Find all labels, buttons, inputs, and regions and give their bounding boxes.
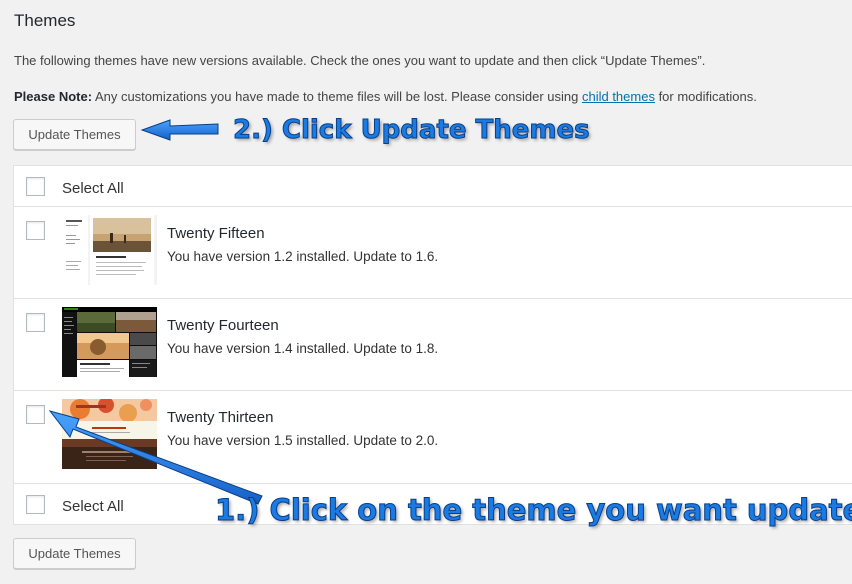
twenty-fifteen-screenshot: [62, 215, 157, 285]
select-all-checkbox-bottom[interactable]: [26, 495, 45, 514]
note-text: Please Note: Any customizations you have…: [14, 89, 757, 104]
table-row: Twenty Thirteen You have version 1.5 ins…: [14, 391, 852, 484]
select-all-checkbox-top[interactable]: [26, 177, 45, 196]
theme-version-text: You have version 1.4 installed. Update t…: [167, 341, 439, 356]
annotation-step-2: 2.) Click Update Themes: [233, 115, 591, 146]
theme-name: Twenty Thirteen: [167, 409, 274, 426]
theme-version-text: You have version 1.2 installed. Update t…: [167, 249, 439, 264]
note-body: Any customizations you have made to them…: [92, 89, 582, 104]
page-title: Themes: [14, 11, 76, 30]
select-all-label-top: Select All: [62, 180, 124, 197]
arrow-step-2: [140, 119, 219, 141]
update-themes-button-top[interactable]: Update Themes: [13, 119, 136, 150]
theme-version-text: You have version 1.5 installed. Update t…: [167, 433, 439, 448]
annotation-step-1: 1.) Click on the theme you want updated: [215, 493, 852, 528]
table-row: Twenty Fourteen You have version 1.4 ins…: [14, 299, 852, 391]
theme-checkbox-twenty-fourteen[interactable]: [26, 313, 45, 332]
table-row: Twenty Fifteen You have version 1.2 inst…: [14, 207, 852, 299]
theme-checkbox-twenty-fifteen[interactable]: [26, 221, 45, 240]
select-all-label-bottom: Select All: [62, 498, 124, 515]
twenty-thirteen-screenshot: [62, 399, 157, 469]
themes-table: Select All Twenty Fifteen You have versi…: [13, 165, 852, 525]
note-label: Please Note:: [14, 89, 93, 104]
update-themes-button-bottom[interactable]: Update Themes: [13, 538, 136, 569]
theme-name: Twenty Fourteen: [167, 317, 279, 334]
intro-text: The following themes have new versions a…: [14, 53, 706, 68]
child-themes-link[interactable]: child themes: [582, 89, 655, 104]
theme-checkbox-twenty-thirteen[interactable]: [26, 405, 45, 424]
select-all-row-top: Select All: [14, 166, 852, 207]
theme-name: Twenty Fifteen: [167, 225, 265, 242]
twenty-fourteen-screenshot: [62, 307, 157, 377]
note-tail: for modifications.: [654, 89, 757, 104]
